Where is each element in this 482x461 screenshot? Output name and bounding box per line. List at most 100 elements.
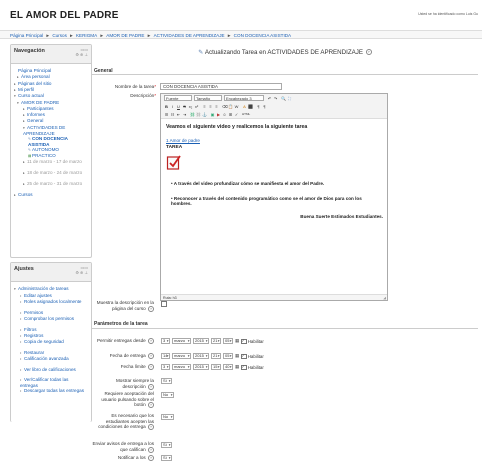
redo-icon[interactable]: ↷ <box>273 96 278 101</box>
due-date-month-select[interactable]: marzo <box>172 353 191 359</box>
help-icon[interactable]: ? <box>148 402 154 408</box>
breadcrumb-item[interactable]: ACTIVIDADES DE APRENDIZAJE <box>154 33 225 38</box>
allow-from-month-select[interactable]: marzo <box>172 338 191 344</box>
breadcrumb-item[interactable]: AMOR DE PADRE <box>106 33 144 38</box>
nav-item-label[interactable]: 11 de marzo - 17 de marzo <box>27 159 82 164</box>
emoticon-icon[interactable]: ☺ <box>222 112 227 117</box>
breadcrumb-item[interactable]: Cursos <box>52 33 67 38</box>
font-select[interactable]: Fuente <box>164 95 192 101</box>
login-info[interactable]: Usted se ha identificado como Luis Gu <box>418 12 478 16</box>
help-icon[interactable]: ? <box>148 305 154 312</box>
ltr-icon[interactable]: ¶ <box>256 104 261 109</box>
settings-item-label[interactable]: Permisos <box>24 310 43 315</box>
paragraph-select[interactable]: Encabezado 3 <box>224 95 264 101</box>
nav-item-label[interactable]: Cursos <box>18 192 33 197</box>
subscript-icon[interactable]: x₂ <box>188 104 193 109</box>
allow-from-enable-checkbox[interactable]: Habilitar <box>241 338 264 345</box>
always-show-select[interactable]: Sí <box>161 378 172 384</box>
link-icon[interactable]: ⛓ <box>190 112 195 117</box>
nav-item-label[interactable]: Página Principal <box>18 68 51 73</box>
settings-item[interactable]: • Descargar todas las entregas <box>20 388 84 394</box>
underline-icon[interactable]: U <box>176 104 181 109</box>
block-controls-icon[interactable]: ▭▭ ⚙ ⊕ ⊥ <box>75 47 88 57</box>
editor-link[interactable]: 1 Amor de padre <box>166 138 200 143</box>
settings-item-label[interactable]: Comprobar los permisos <box>24 316 74 321</box>
settings-item-label[interactable]: Calificación avanzada <box>24 356 69 361</box>
due-date-year-select[interactable]: 2015 <box>193 353 209 359</box>
nav-item-label[interactable]: General <box>27 118 43 123</box>
calendar-icon[interactable]: ▦ <box>235 353 239 359</box>
spellcheck-icon[interactable]: ✓ <box>234 112 239 117</box>
nav-item[interactable]: ▾ Curso actual <box>14 93 44 98</box>
allow-from-day-select[interactable]: 3 <box>161 338 170 344</box>
cutoff-enable-checkbox[interactable]: Habilitar <box>241 364 264 371</box>
due-date-hour-select[interactable]: 21 <box>211 353 221 359</box>
must-accept-select[interactable]: No <box>161 414 174 420</box>
allow-from-year-select[interactable]: 2015 <box>193 338 209 344</box>
nav-item[interactable]: ▸ Mi perfil <box>14 87 34 92</box>
settings-section-link[interactable]: Administración de tareas <box>18 286 69 291</box>
task-name-input[interactable]: CON DOCENCIA ASISTIDA <box>160 83 282 90</box>
help-icon[interactable]: ? <box>148 353 154 359</box>
nav-item-label[interactable]: Páginas del sitio <box>18 81 51 86</box>
nav-item[interactable]: ✎CON DOCENCIA ASISTIDA <box>28 136 89 147</box>
help-icon[interactable]: ? <box>148 446 154 453</box>
settings-item[interactable]: • Roles asignados localmente <box>20 299 84 305</box>
nav-item-label[interactable]: Mi perfil <box>18 87 34 92</box>
indent-icon[interactable]: ⇥ <box>182 112 187 117</box>
settings-item-label[interactable]: Filtros <box>24 327 37 332</box>
find-icon[interactable]: 🔍 <box>281 96 286 101</box>
settings-item-label[interactable]: Editar ajustes <box>24 293 52 298</box>
resize-handle-icon[interactable]: ◢ <box>383 295 386 301</box>
settings-item-label[interactable]: Descargar todas las entregas <box>24 388 84 393</box>
nav-item[interactable]: ▾ ACTIVIDADES DE APRENDIZAJE <box>23 125 89 136</box>
nav-item[interactable]: ▸ Participantes <box>23 106 54 111</box>
nav-item-label[interactable]: Curso actual <box>18 93 44 98</box>
paste-text-icon[interactable]: 📋 <box>228 104 233 109</box>
settings-item-label[interactable]: Copia de seguridad <box>24 339 64 344</box>
bold-icon[interactable]: B <box>164 104 169 109</box>
description-editor[interactable]: Fuente Tamaño Encabezado 3 ↶ ↷ 🔍 ⛶ B I U… <box>160 93 388 301</box>
nav-item[interactable]: ▸ Área personal <box>17 74 50 79</box>
allow-from-min-select[interactable]: 05 <box>223 338 233 344</box>
due-date-day-select[interactable]: 14 <box>161 353 170 359</box>
nav-item-label[interactable]: Área personal <box>21 74 50 79</box>
cutoff-hour-select[interactable]: 15 <box>211 364 221 370</box>
notify-late-select[interactable]: Sí <box>161 455 172 461</box>
anchor-icon[interactable]: ⚓ <box>202 112 207 117</box>
notify-graders-select[interactable]: Sí <box>161 442 172 448</box>
settings-item[interactable]: • Copia de seguridad <box>20 339 84 345</box>
due-date-min-select[interactable]: 05 <box>223 353 233 359</box>
calendar-icon[interactable]: ▦ <box>235 364 239 370</box>
help-icon[interactable]: ? <box>148 383 154 390</box>
bullet-list-icon[interactable]: ☰ <box>164 112 169 117</box>
outdent-icon[interactable]: ⇤ <box>176 112 181 117</box>
help-icon[interactable]: ? <box>148 364 154 370</box>
nav-item[interactable]: ▤PRACTICO <box>28 153 56 158</box>
nav-item[interactable]: ▸ Informes <box>23 112 45 117</box>
help-icon[interactable]: ? <box>148 338 154 344</box>
nav-item[interactable]: ▸ Páginas del sitio <box>14 81 51 86</box>
fullscreen-icon[interactable]: ⛶ <box>287 96 292 101</box>
bg-color-icon[interactable]: ⬛ <box>248 104 253 109</box>
breadcrumb-item[interactable]: Página Principal <box>10 33 43 38</box>
help-icon[interactable]: ? <box>148 455 154 461</box>
cutoff-month-select[interactable]: marzo <box>172 364 191 370</box>
allow-from-hour-select[interactable]: 21 <box>211 338 221 344</box>
help-icon[interactable]: ? <box>365 49 372 56</box>
nav-item[interactable]: ▸ 18 de marzo - 24 de marzo <box>23 170 89 176</box>
checkbox-icon[interactable] <box>241 353 247 360</box>
nav-item-label[interactable]: AUTONOMO <box>32 147 59 152</box>
clear-format-icon[interactable]: ⌫ <box>222 104 228 109</box>
html-icon[interactable]: HTML <box>242 112 250 117</box>
settings-item[interactable]: • Registros <box>20 333 43 338</box>
paste-word-icon[interactable]: W <box>234 104 239 109</box>
nav-item[interactable]: ▾ AMOR DE PADRE <box>17 100 59 105</box>
unlink-icon[interactable]: ⛓ <box>196 112 201 117</box>
show-description-checkbox[interactable] <box>161 301 167 307</box>
align-center-icon[interactable]: ≡ <box>208 104 213 109</box>
nav-item-label[interactable]: Informes <box>27 112 45 117</box>
numbered-list-icon[interactable]: ☷ <box>170 112 175 117</box>
cutoff-min-select[interactable]: 40 <box>223 364 233 370</box>
help-icon[interactable]: ? <box>148 424 154 430</box>
